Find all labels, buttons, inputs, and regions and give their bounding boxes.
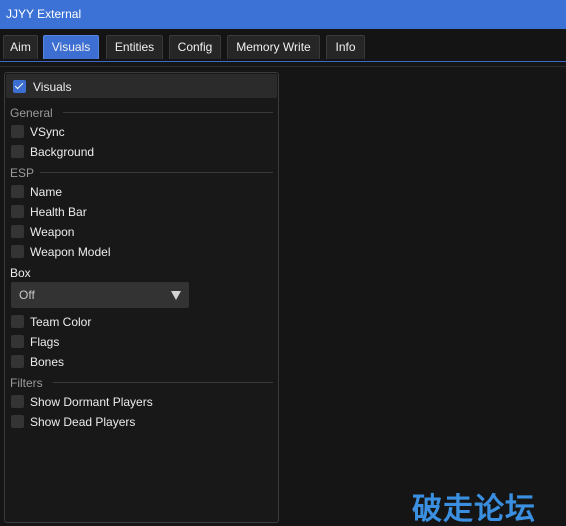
- tab-visuals[interactable]: Visuals: [43, 35, 99, 59]
- weapon-model-label: Weapon Model: [30, 245, 111, 259]
- weapon-checkbox[interactable]: [11, 225, 24, 238]
- weapon-label: Weapon: [30, 225, 75, 239]
- box-style-value: Off: [19, 288, 35, 302]
- visuals-header-label: Visuals: [33, 80, 72, 94]
- show-dead-players-checkbox[interactable]: [11, 415, 24, 428]
- bones-label: Bones: [30, 355, 65, 369]
- section-filters-separator: [53, 382, 273, 383]
- visuals-header: Visuals: [6, 74, 277, 98]
- health-bar-label: Health Bar: [30, 205, 87, 219]
- section-esp-separator: [40, 172, 273, 173]
- tab-info[interactable]: Info: [326, 35, 365, 59]
- bones-checkbox[interactable]: [11, 355, 24, 368]
- health-bar-checkbox[interactable]: [11, 205, 24, 218]
- content-divider: [0, 66, 566, 67]
- team-color-checkbox[interactable]: [11, 315, 24, 328]
- window-title: JJYY External: [6, 7, 82, 21]
- tab-entities[interactable]: Entities: [106, 35, 163, 59]
- weapon-model-checkbox[interactable]: [11, 245, 24, 258]
- tab-memory-write[interactable]: Memory Write: [227, 35, 320, 59]
- window-titlebar[interactable]: JJYY External: [0, 0, 566, 29]
- name-label: Name: [30, 185, 63, 199]
- tab-aim[interactable]: Aim: [3, 35, 38, 59]
- background-label: Background: [30, 145, 95, 159]
- team-color-label: Team Color: [30, 315, 92, 329]
- triangle-down-icon: [171, 291, 181, 300]
- tab-bar-underline: [0, 61, 566, 62]
- visuals-panel: Visuals General VSync Background ESP Nam…: [4, 72, 279, 523]
- box-style-dropdown[interactable]: Off: [11, 282, 189, 308]
- vsync-label: VSync: [30, 125, 65, 139]
- show-dormant-players-label: Show Dormant Players: [30, 395, 153, 409]
- flags-checkbox[interactable]: [11, 335, 24, 348]
- visuals-enable-checkbox[interactable]: [13, 80, 26, 93]
- show-dead-players-label: Show Dead Players: [30, 415, 136, 429]
- vsync-checkbox[interactable]: [11, 125, 24, 138]
- tab-bar: Aim Visuals Entities Config Memory Write…: [0, 29, 566, 62]
- flags-label: Flags: [30, 335, 60, 349]
- section-general-title: General: [10, 106, 53, 120]
- section-general-separator: [63, 112, 273, 113]
- section-esp-title: ESP: [10, 166, 35, 180]
- forum-watermark: 破走论坛: [412, 492, 536, 526]
- section-filters-title: Filters: [10, 376, 43, 390]
- box-label: Box: [10, 266, 31, 280]
- tab-config[interactable]: Config: [169, 35, 221, 59]
- background-checkbox[interactable]: [11, 145, 24, 158]
- show-dormant-players-checkbox[interactable]: [11, 395, 24, 408]
- name-checkbox[interactable]: [11, 185, 24, 198]
